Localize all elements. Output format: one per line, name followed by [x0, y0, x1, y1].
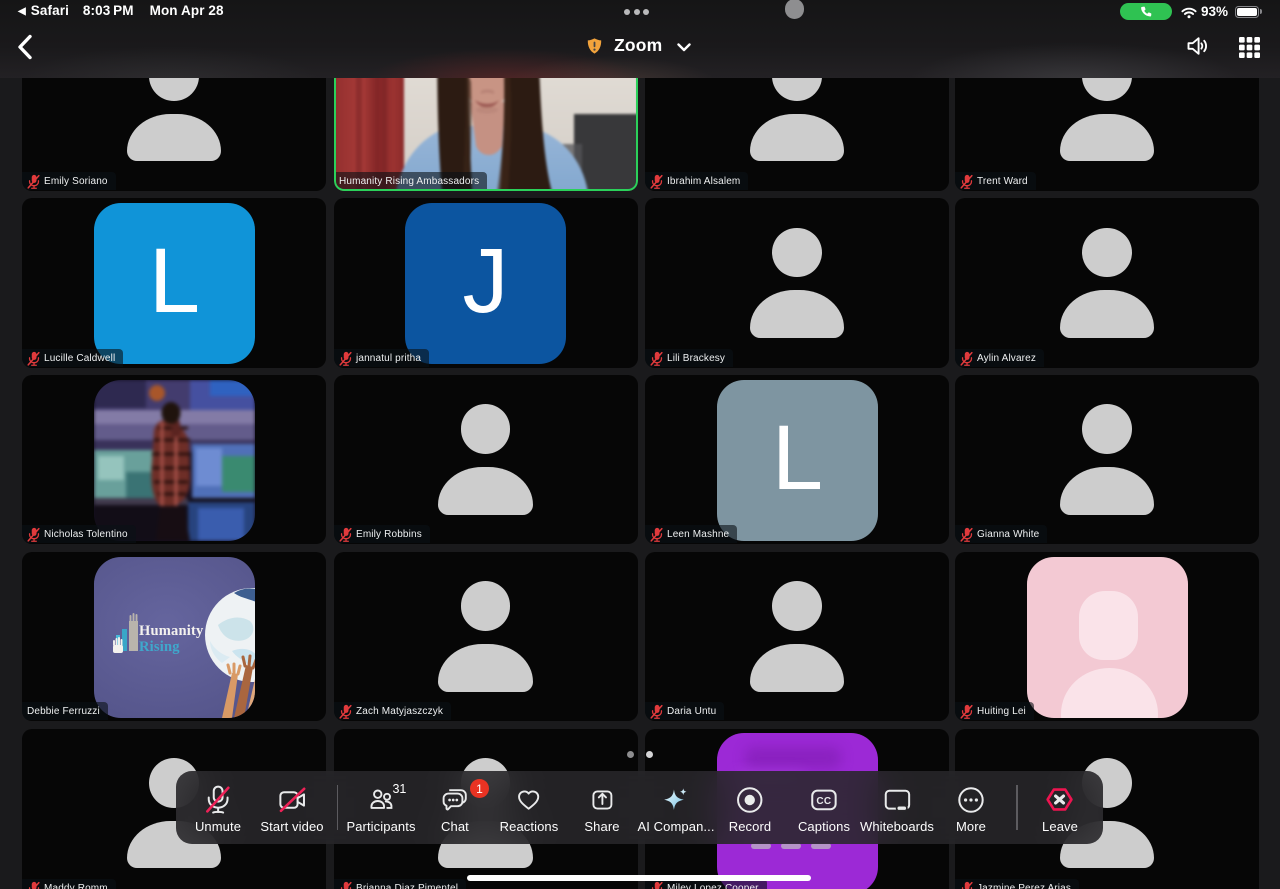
svg-text:CC: CC: [816, 796, 831, 807]
